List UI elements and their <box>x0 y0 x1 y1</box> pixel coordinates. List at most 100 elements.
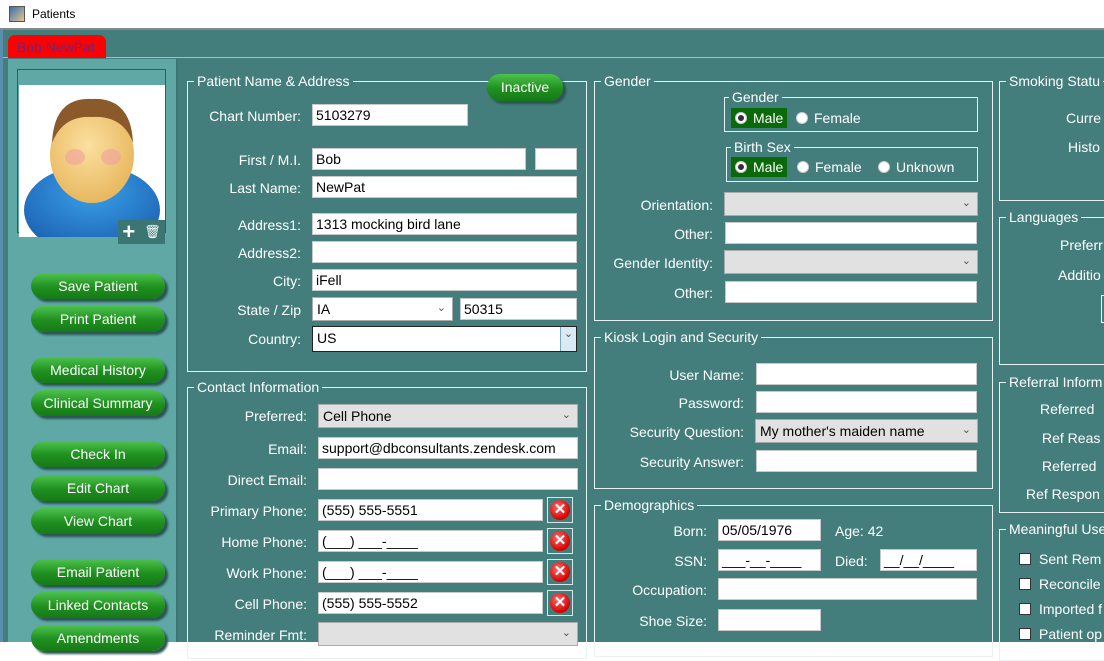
checkbox-label: Reconcile <box>1039 576 1101 592</box>
middle-initial-input[interactable] <box>535 148 577 170</box>
address1-input[interactable]: 1313 mocking bird lane <box>312 213 577 235</box>
born-input[interactable]: 05/05/1976 <box>718 519 821 541</box>
orientation-select[interactable]: ⌄ <box>724 192 978 216</box>
clear-primary-phone-button[interactable]: ✕ <box>547 497 573 523</box>
close-icon: ✕ <box>550 562 570 582</box>
address1-label: Address1: <box>237 217 301 233</box>
last-name-input[interactable]: NewPat <box>312 176 577 198</box>
first-name-input[interactable]: Bob <box>312 148 526 170</box>
checkbox-icon <box>1019 603 1031 615</box>
check-in-button[interactable]: Check In <box>31 441 165 467</box>
ref-response-label: Ref Respon <box>1026 486 1100 502</box>
home-phone-input[interactable]: (___) ___-____ <box>318 530 543 552</box>
died-input[interactable]: __/__/____ <box>880 549 977 571</box>
last-name-label: Last Name: <box>229 180 301 196</box>
additional-languages-label: Additio <box>1058 267 1101 283</box>
photo-controls: + 🗑 <box>118 220 165 244</box>
radio-icon <box>735 112 747 124</box>
linked-contacts-button[interactable]: Linked Contacts <box>31 592 165 618</box>
preferred-language-label: Preferr <box>1060 237 1103 253</box>
save-patient-button[interactable]: Save Patient <box>31 273 165 299</box>
languages-group: Languages <box>999 209 1104 365</box>
meaningful-use-checkbox-1[interactable]: Sent Rem <box>1019 551 1101 567</box>
shoe-size-input[interactable] <box>718 609 821 631</box>
identity-other-input[interactable] <box>725 281 977 303</box>
direct-email-input[interactable] <box>318 468 578 490</box>
chart-number-input[interactable]: 5103279 <box>312 104 468 126</box>
window-titlebar: Patients <box>0 0 1104 30</box>
birth-sex-female-radio[interactable]: Female <box>793 157 866 177</box>
meaningful-use-checkbox-3[interactable]: Imported f <box>1019 601 1102 617</box>
primary-phone-input[interactable]: (555) 555-5551 <box>318 499 543 521</box>
radio-icon <box>796 112 808 124</box>
edit-chart-button[interactable]: Edit Chart <box>31 475 165 501</box>
checkbox-icon <box>1019 578 1031 590</box>
state-value: IA <box>317 301 331 317</box>
reminder-format-select[interactable]: ⌄ <box>318 622 578 646</box>
chevron-down-icon: ⌄ <box>961 424 971 436</box>
email-patient-button[interactable]: Email Patient <box>31 559 165 585</box>
password-input[interactable] <box>756 391 977 413</box>
chevron-down-icon: ⌄ <box>561 627 571 639</box>
print-patient-button[interactable]: Print Patient <box>31 306 165 332</box>
clear-cell-phone-button[interactable]: ✕ <box>547 590 573 616</box>
demographics-legend: Demographics <box>604 497 695 513</box>
gender-subgroup-legend: Gender <box>732 89 779 105</box>
medical-history-button[interactable]: Medical History <box>31 357 165 383</box>
city-input[interactable]: iFell <box>312 269 577 291</box>
gender-identity-select[interactable]: ⌄ <box>724 250 978 274</box>
direct-email-label: Direct Email: <box>227 472 307 488</box>
gender-female-radio[interactable]: Female <box>792 108 865 128</box>
birth-sex-male-label: Male <box>753 159 784 175</box>
radio-icon <box>878 161 890 173</box>
orientation-other-input[interactable] <box>725 222 977 244</box>
referred-by-label: Referred <box>1040 401 1095 417</box>
ssn-input[interactable]: ___-__-____ <box>718 549 821 571</box>
inactive-button[interactable]: Inactive <box>487 74 563 101</box>
trash-icon[interactable]: 🗑 <box>144 224 161 240</box>
first-mi-label: First / M.I. <box>238 152 301 168</box>
occupation-input[interactable] <box>718 578 977 600</box>
clinical-summary-button[interactable]: Clinical Summary <box>31 390 165 416</box>
security-question-value: My mother's maiden name <box>760 423 925 439</box>
meaningful-use-checkbox-2[interactable]: Reconcile <box>1019 576 1100 592</box>
birth-sex-male-radio[interactable]: Male <box>731 157 788 177</box>
preferred-select[interactable]: Cell Phone ⌄ <box>318 404 578 428</box>
security-answer-input[interactable] <box>756 450 977 472</box>
name-address-legend: Patient Name & Address <box>197 73 350 89</box>
country-select[interactable]: US ⌄ <box>312 326 577 352</box>
meaningful-use-checkbox-4[interactable]: Patient op <box>1019 626 1102 642</box>
email-input[interactable]: support@dbconsultants.zendesk.com <box>318 437 578 459</box>
birth-sex-unknown-radio[interactable]: Unknown <box>874 157 958 177</box>
password-label: Password: <box>678 395 744 411</box>
cell-phone-input[interactable]: (555) 555-5552 <box>318 592 543 614</box>
patient-tab[interactable]: Bob NewPat <box>8 35 106 58</box>
smoking-history-label: Histo <box>1068 139 1100 155</box>
gender-male-label: Male <box>753 110 784 126</box>
radio-icon <box>797 161 809 173</box>
patient-avatar[interactable] <box>19 85 165 255</box>
gender-male-radio[interactable]: Male <box>731 108 788 128</box>
work-phone-input[interactable]: (___) ___-____ <box>318 561 543 583</box>
cell-phone-label: Cell Phone: <box>234 596 307 612</box>
view-chart-button[interactable]: View Chart <box>31 508 165 534</box>
address2-input[interactable] <box>312 241 577 263</box>
username-input[interactable] <box>756 363 977 385</box>
birth-sex-unknown-label: Unknown <box>896 159 955 175</box>
state-zip-label: State / Zip <box>237 302 301 318</box>
state-select[interactable]: IA ⌄ <box>312 297 453 321</box>
chevron-down-icon: ⌄ <box>961 255 971 267</box>
clear-work-phone-button[interactable]: ✕ <box>547 559 573 585</box>
preferred-value: Cell Phone <box>323 408 392 424</box>
identity-other-label: Other: <box>674 285 713 301</box>
clear-home-phone-button[interactable]: ✕ <box>547 528 573 554</box>
referral-info-legend: Referral Inform <box>1009 374 1103 390</box>
close-icon: ✕ <box>550 531 570 551</box>
security-question-select[interactable]: My mother's maiden name ⌄ <box>755 419 978 443</box>
window-title: Patients <box>32 7 76 21</box>
referred-to-label: Referred <box>1042 458 1097 474</box>
add-photo-icon[interactable]: + <box>122 221 135 243</box>
reminder-format-label: Reminder Fmt: <box>214 627 307 643</box>
amendments-button[interactable]: Amendments <box>31 625 165 651</box>
zip-input[interactable]: 50315 <box>460 298 577 320</box>
